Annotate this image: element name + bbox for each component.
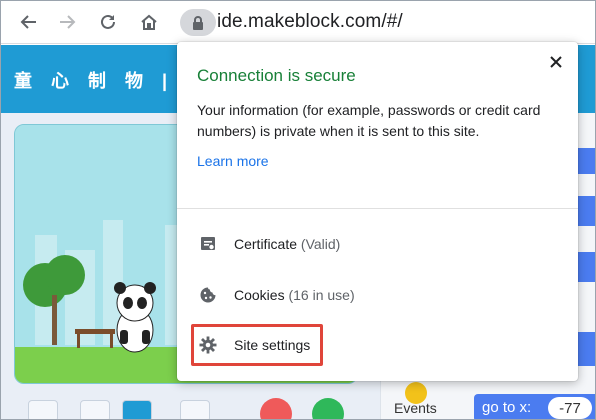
popup-title: Connection is secure [197, 66, 356, 85]
close-button[interactable] [546, 52, 566, 72]
back-arrow-icon [20, 15, 36, 29]
events-category-label[interactable]: Events [394, 400, 437, 416]
home-icon [141, 14, 157, 30]
goto-x-input[interactable]: -77 [548, 397, 592, 419]
popup-divider [177, 208, 578, 209]
url-text[interactable]: ide.makeblock.com/#/ [217, 11, 403, 33]
cookie-icon [197, 284, 219, 306]
site-info-button[interactable] [180, 9, 216, 36]
learn-more-link[interactable]: Learn more [197, 153, 269, 169]
certificate-icon [197, 233, 219, 255]
close-icon [550, 56, 562, 68]
grid-button[interactable] [180, 400, 210, 420]
reload-icon [101, 14, 115, 29]
browser-toolbar: ide.makeblock.com/#/ [0, 0, 596, 44]
layout-button-active[interactable] [122, 400, 152, 420]
certificate-status: (Valid) [300, 236, 341, 252]
lock-icon [193, 15, 203, 30]
reload-button[interactable] [95, 9, 121, 35]
layout-button[interactable] [80, 400, 110, 420]
forward-button[interactable] [54, 9, 80, 35]
popup-description: Your information (for example, passwords… [197, 102, 541, 139]
cookies-label: Cookies [234, 287, 285, 303]
back-button[interactable] [16, 9, 42, 35]
site-settings-highlight [191, 324, 323, 366]
cookies-row[interactable]: Cookies (16 in use) [177, 275, 578, 315]
certificate-label: Certificate [234, 236, 298, 252]
fullscreen-button[interactable] [28, 400, 58, 420]
cookies-count: (16 in use) [288, 287, 355, 303]
forward-arrow-icon [60, 15, 76, 29]
home-button[interactable] [136, 9, 162, 35]
panda-sprite [114, 282, 156, 353]
goto-block-label: go to x: [482, 399, 532, 416]
certificate-row[interactable]: Certificate (Valid) [177, 224, 578, 264]
